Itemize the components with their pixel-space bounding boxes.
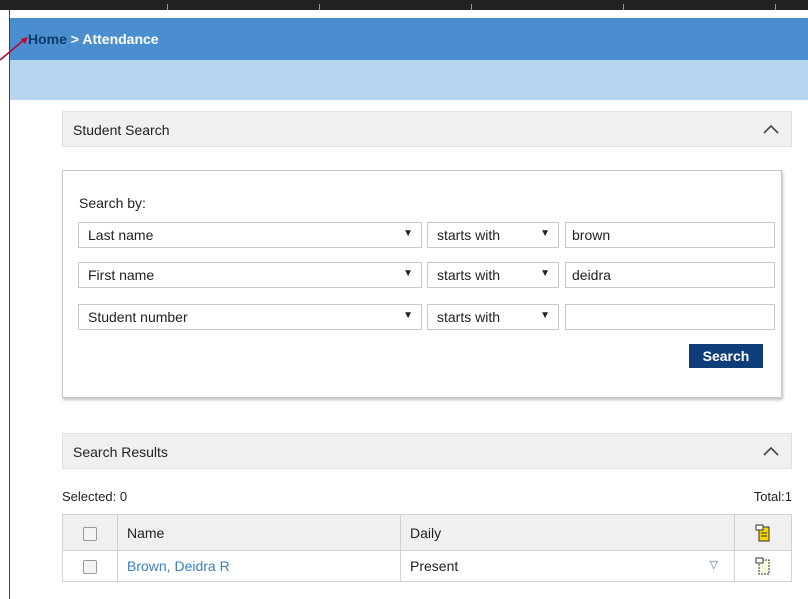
search-operator-select-2[interactable]: starts with ▼	[427, 262, 559, 288]
note-header-cell	[734, 514, 792, 551]
student-name-link[interactable]: Brown, Deidra R	[127, 558, 230, 574]
top-strip	[0, 0, 808, 10]
breadcrumb: Home > Attendance	[28, 31, 159, 47]
search-value-input-3[interactable]	[565, 304, 775, 330]
row-checkbox[interactable]	[83, 560, 97, 575]
search-value-input-1[interactable]: brown	[565, 222, 775, 248]
select-value: starts with	[437, 309, 501, 325]
search-field-select-3[interactable]: Student number ▼	[78, 304, 422, 330]
results-table: Name Daily Brown, Deidra R Present ▽	[62, 514, 792, 582]
select-value: starts with	[437, 227, 501, 243]
triangle-down-icon: ▼	[403, 310, 413, 321]
search-button[interactable]: Search	[689, 344, 763, 368]
column-header-daily[interactable]: Daily	[400, 514, 735, 551]
table-row: Brown, Deidra R Present ▽	[62, 550, 792, 582]
table-header-row: Name Daily	[62, 514, 792, 551]
student-name-cell: Brown, Deidra R	[117, 550, 401, 582]
daily-status-value: Present	[410, 558, 459, 574]
select-all-checkbox[interactable]	[83, 526, 97, 541]
triangle-down-icon: ▼	[403, 268, 413, 279]
triangle-down-icon: ▼	[540, 310, 550, 321]
tab-divider	[623, 4, 624, 10]
row-note-cell	[734, 550, 792, 582]
search-results-header[interactable]: Search Results	[62, 433, 792, 469]
row-select-cell	[62, 550, 118, 582]
select-value: starts with	[437, 267, 501, 283]
breadcrumb-separator: >	[66, 31, 83, 47]
chevron-up-icon[interactable]	[763, 446, 779, 456]
triangle-down-icon[interactable]: ▽	[710, 558, 718, 571]
student-search-title: Student Search	[73, 122, 170, 138]
tab-divider	[167, 4, 168, 10]
tab-divider	[319, 4, 320, 10]
select-all-cell	[62, 514, 118, 551]
search-value-input-2[interactable]: deidra	[565, 262, 775, 288]
select-value: Last name	[88, 227, 154, 243]
input-value: deidra	[572, 267, 611, 283]
triangle-down-icon: ▼	[403, 228, 413, 239]
tab-divider	[471, 4, 472, 10]
student-search-panel: Search by: Last name ▼ starts with ▼ bro…	[62, 170, 782, 398]
input-value: brown	[572, 227, 611, 243]
search-operator-select-3[interactable]: starts with ▼	[427, 304, 559, 330]
breadcrumb-bar: Home > Attendance	[10, 18, 808, 60]
tab-divider	[775, 4, 776, 10]
selected-count: Selected: 0	[62, 489, 128, 504]
select-value: First name	[88, 267, 155, 283]
sub-toolbar	[10, 60, 808, 100]
search-operator-select-1[interactable]: starts with ▼	[427, 222, 559, 248]
chevron-up-icon[interactable]	[763, 124, 779, 134]
note-icon[interactable]	[755, 524, 771, 542]
search-field-select-1[interactable]: Last name ▼	[78, 222, 422, 248]
select-value: Student number	[88, 309, 188, 325]
total-count: Total:1	[753, 489, 792, 504]
note-icon[interactable]	[755, 557, 771, 575]
column-header-name[interactable]: Name	[117, 514, 401, 551]
triangle-down-icon: ▼	[540, 268, 550, 279]
search-field-select-2[interactable]: First name ▼	[78, 262, 422, 288]
daily-status-cell[interactable]: Present ▽	[400, 550, 735, 582]
search-by-label: Search by:	[79, 195, 146, 211]
breadcrumb-current: Attendance	[82, 31, 159, 47]
search-results-title: Search Results	[73, 444, 168, 460]
student-search-header[interactable]: Student Search	[62, 111, 792, 147]
triangle-down-icon: ▼	[540, 228, 550, 239]
breadcrumb-home-link[interactable]: Home	[28, 31, 67, 47]
